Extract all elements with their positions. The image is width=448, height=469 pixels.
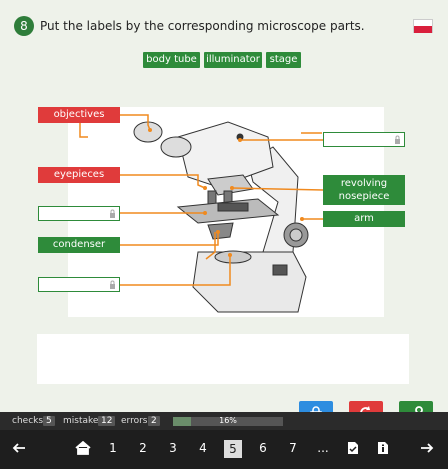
page-4[interactable]: 4	[194, 441, 212, 455]
slot-right-upper[interactable]	[323, 132, 405, 147]
slot-left-lower[interactable]	[38, 277, 120, 292]
progress-bar: 16%	[173, 416, 283, 426]
back-arrow-icon[interactable]	[10, 441, 28, 458]
lock-icon	[110, 280, 115, 289]
doc-info-icon[interactable]	[374, 441, 392, 458]
label-eyepieces[interactable]: eyepieces	[38, 167, 120, 183]
label-condenser[interactable]: condenser	[38, 237, 120, 253]
mistakes-count: 12	[98, 416, 116, 426]
lock-icon	[395, 135, 400, 144]
answer-area[interactable]	[37, 334, 409, 384]
bottom-nav: 1 2 3 4 5 6 7 ...	[0, 430, 448, 469]
errors-count: 2	[148, 416, 160, 426]
page-7[interactable]: 7	[284, 441, 302, 455]
page-3[interactable]: 3	[164, 441, 182, 455]
page-2[interactable]: 2	[134, 441, 152, 455]
page-1[interactable]: 1	[104, 441, 122, 455]
doc-check-icon[interactable]	[344, 441, 362, 458]
lock-icon	[110, 209, 115, 218]
status-bar: checks 5 mistakes 12 errors 2 16%	[0, 412, 448, 430]
label-objectives[interactable]: objectives	[38, 107, 120, 123]
home-icon[interactable]	[74, 440, 92, 458]
checks-count: 5	[43, 416, 55, 426]
forward-arrow-icon[interactable]	[418, 441, 436, 458]
label-arm[interactable]: arm	[323, 211, 405, 227]
label-revolving-nosepiece[interactable]: revolving nosepiece	[323, 175, 405, 205]
page-5[interactable]: 5	[224, 440, 242, 458]
slot-left-upper[interactable]	[38, 206, 120, 221]
connector-lines	[120, 114, 324, 286]
page-6[interactable]: 6	[254, 441, 272, 455]
more-pages[interactable]: ...	[314, 441, 332, 455]
